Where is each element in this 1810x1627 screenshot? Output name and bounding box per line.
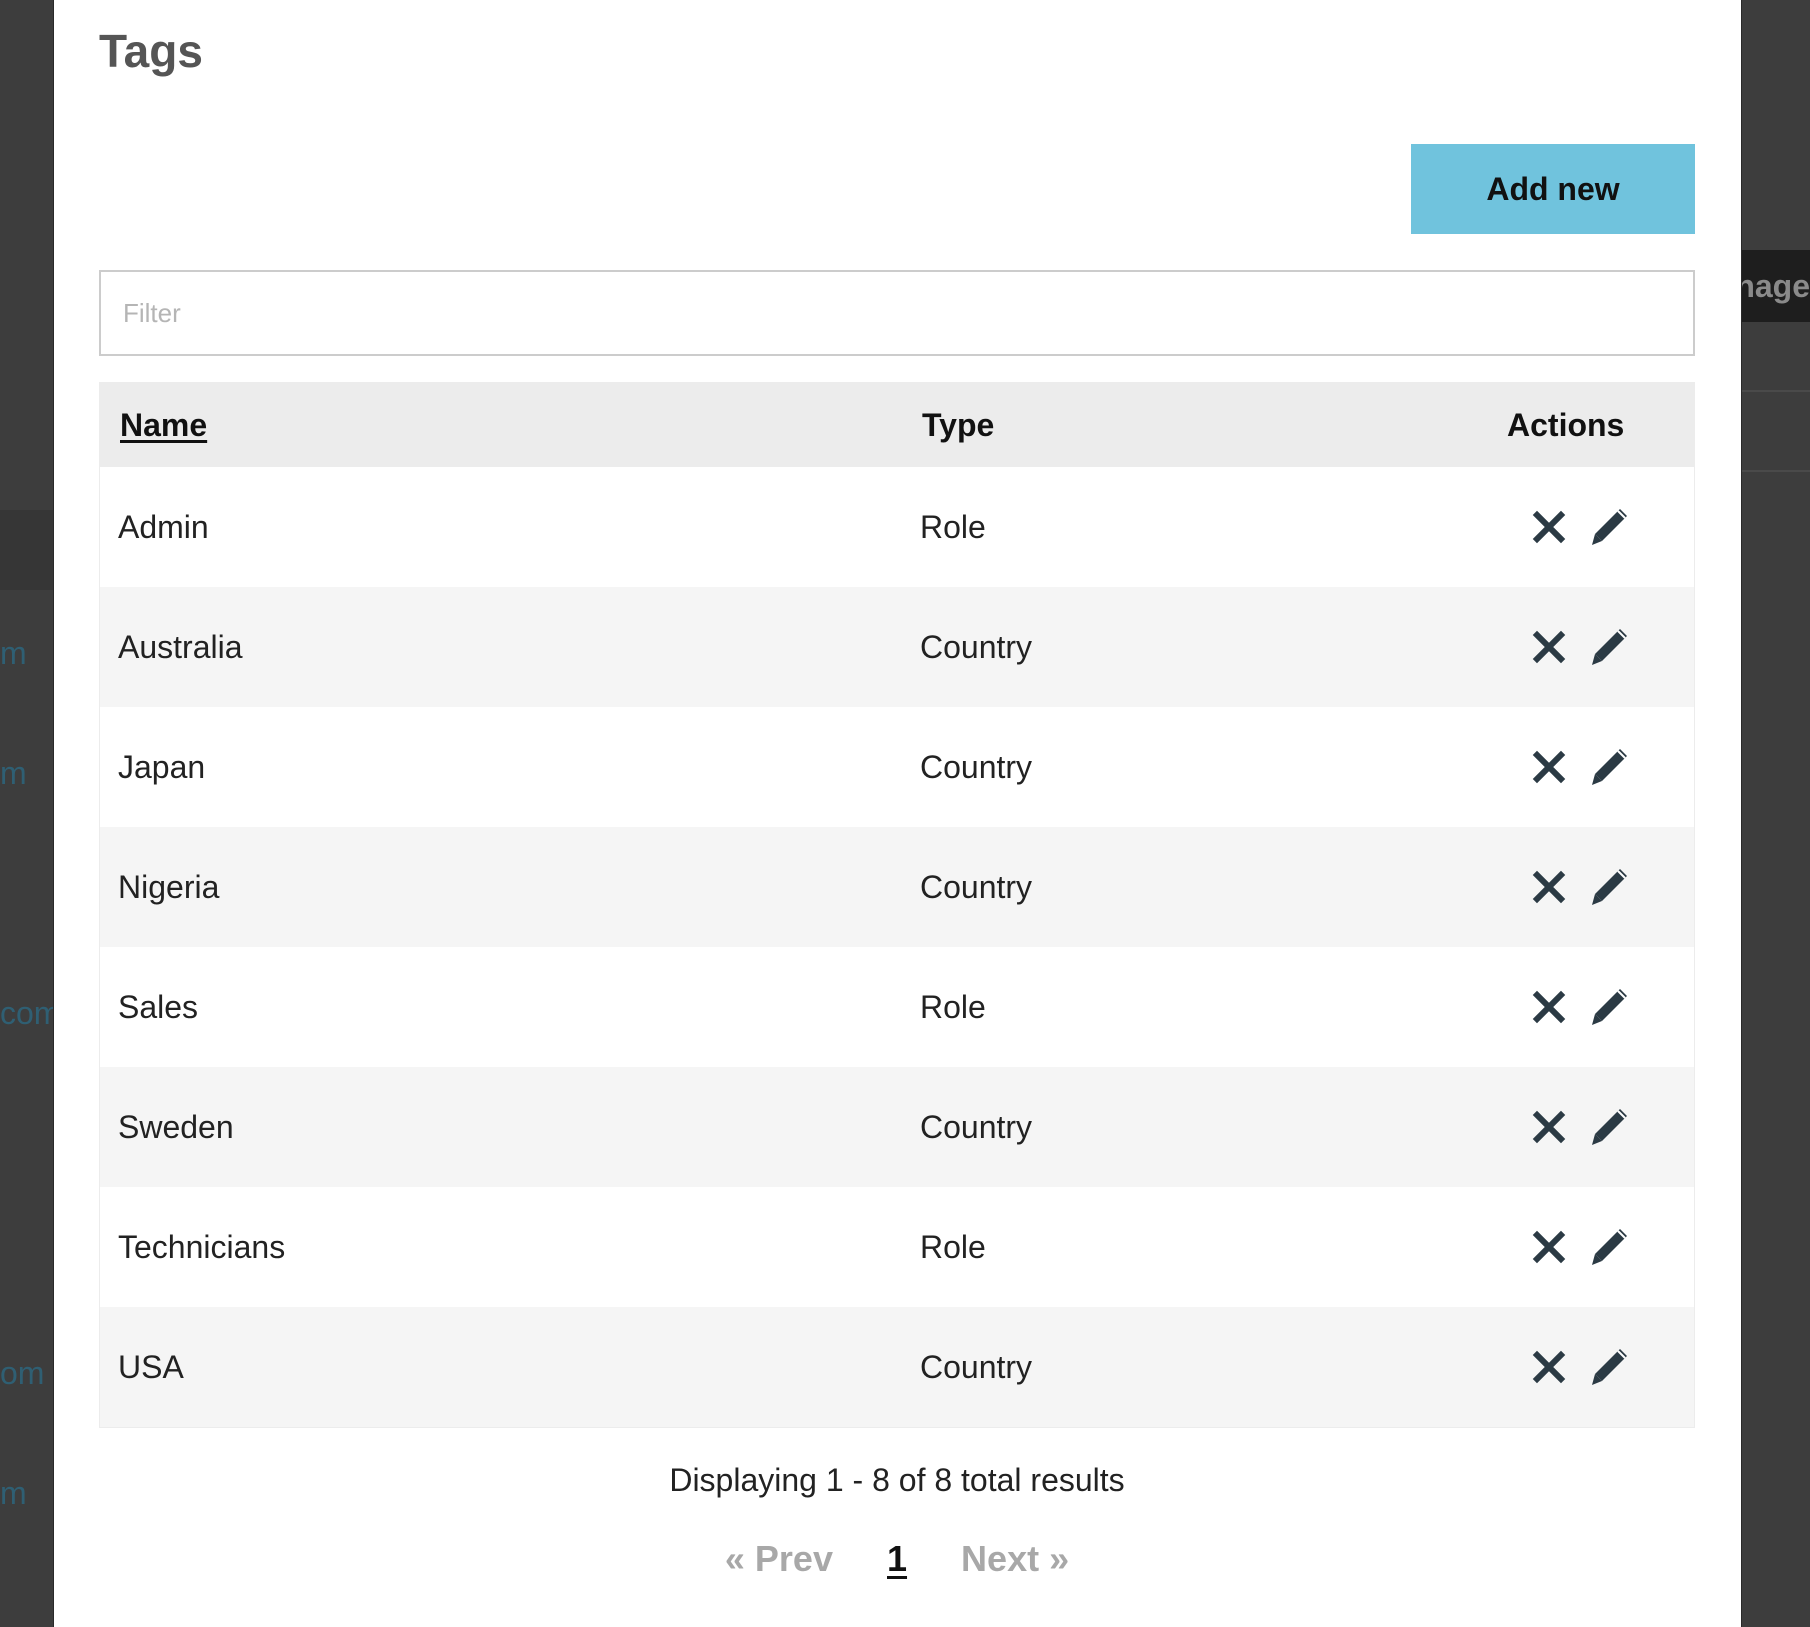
tag-actions-cell bbox=[1507, 827, 1695, 947]
pencil-icon[interactable] bbox=[1587, 505, 1631, 549]
close-icon[interactable] bbox=[1527, 865, 1571, 909]
add-new-button[interactable]: Add new bbox=[1411, 144, 1695, 234]
background-link: om bbox=[0, 1355, 45, 1391]
tag-actions-cell bbox=[1507, 467, 1695, 587]
sort-by-name-link[interactable]: Name bbox=[120, 407, 207, 443]
pencil-icon[interactable] bbox=[1587, 1225, 1631, 1269]
pagination: « Prev 1 Next » bbox=[99, 1538, 1695, 1580]
results-summary: Displaying 1 - 8 of 8 total results bbox=[669, 1462, 1125, 1498]
tag-type-cell: Role bbox=[920, 947, 1507, 1067]
tag-type-cell: Country bbox=[920, 1067, 1507, 1187]
background-link: com bbox=[0, 995, 61, 1031]
table-row: Admin Role bbox=[99, 467, 1695, 587]
pencil-icon[interactable] bbox=[1587, 1105, 1631, 1149]
tag-type-cell: Role bbox=[920, 1187, 1507, 1307]
close-icon[interactable] bbox=[1527, 985, 1571, 1029]
tag-name-cell: USA bbox=[99, 1307, 920, 1428]
filter-input[interactable] bbox=[99, 270, 1695, 356]
tag-name-cell: Australia bbox=[99, 587, 920, 707]
background-header-bar: anage bbox=[1718, 250, 1810, 322]
table-row: Japan Country bbox=[99, 707, 1695, 827]
tag-name-cell: Admin bbox=[99, 467, 920, 587]
table-row: Sales Role bbox=[99, 947, 1695, 1067]
table-row: Sweden Country bbox=[99, 1067, 1695, 1187]
pencil-icon[interactable] bbox=[1587, 1345, 1631, 1389]
tag-type-cell: Country bbox=[920, 1307, 1507, 1428]
background-link: m bbox=[0, 755, 27, 791]
close-icon[interactable] bbox=[1527, 1345, 1571, 1389]
tag-name-cell: Japan bbox=[99, 707, 920, 827]
background-divider bbox=[1738, 390, 1810, 392]
background-band bbox=[0, 510, 54, 590]
table-header-row: Name Type Actions bbox=[99, 382, 1695, 467]
page-1-link[interactable]: 1 bbox=[887, 1538, 907, 1579]
tag-name-cell: Sales bbox=[99, 947, 920, 1067]
tag-type-cell: Country bbox=[920, 587, 1507, 707]
tag-name-cell: Sweden bbox=[99, 1067, 920, 1187]
close-icon[interactable] bbox=[1527, 1225, 1571, 1269]
table-row: Nigeria Country bbox=[99, 827, 1695, 947]
background-link: m bbox=[0, 1475, 27, 1511]
close-icon[interactable] bbox=[1527, 1105, 1571, 1149]
tag-actions-cell bbox=[1507, 1307, 1695, 1428]
tag-actions-cell bbox=[1507, 707, 1695, 827]
table-row: USA Country bbox=[99, 1307, 1695, 1428]
tags-modal: Tags Add new Name Type Actions AdminRole… bbox=[54, 0, 1741, 1627]
tags-table: Name Type Actions Admin Role Australia Coun… bbox=[99, 382, 1695, 1428]
column-header-type: Type bbox=[920, 382, 1507, 467]
tag-name-cell: Technicians bbox=[99, 1187, 920, 1307]
tag-name-cell: Nigeria bbox=[99, 827, 920, 947]
tag-type-cell: Country bbox=[920, 827, 1507, 947]
table-row: Technicians Role bbox=[99, 1187, 1695, 1307]
pencil-icon[interactable] bbox=[1587, 865, 1631, 909]
tag-actions-cell bbox=[1507, 587, 1695, 707]
pencil-icon[interactable] bbox=[1587, 745, 1631, 789]
pencil-icon[interactable] bbox=[1587, 625, 1631, 669]
close-icon[interactable] bbox=[1527, 625, 1571, 669]
tag-type-cell: Role bbox=[920, 467, 1507, 587]
pencil-icon[interactable] bbox=[1587, 985, 1631, 1029]
tag-actions-cell bbox=[1507, 1187, 1695, 1307]
tag-actions-cell bbox=[1507, 1067, 1695, 1187]
background-divider bbox=[1738, 470, 1810, 472]
table-row: Australia Country bbox=[99, 587, 1695, 707]
next-page-link[interactable]: Next » bbox=[961, 1538, 1069, 1579]
background-link: m bbox=[0, 635, 27, 671]
close-icon[interactable] bbox=[1527, 745, 1571, 789]
prev-page-link[interactable]: « Prev bbox=[725, 1538, 833, 1579]
modal-title: Tags bbox=[99, 25, 203, 77]
tag-actions-cell bbox=[1507, 947, 1695, 1067]
close-icon[interactable] bbox=[1527, 505, 1571, 549]
column-header-name[interactable]: Name bbox=[99, 382, 920, 467]
tag-type-cell: Country bbox=[920, 707, 1507, 827]
column-header-actions: Actions bbox=[1507, 382, 1695, 467]
